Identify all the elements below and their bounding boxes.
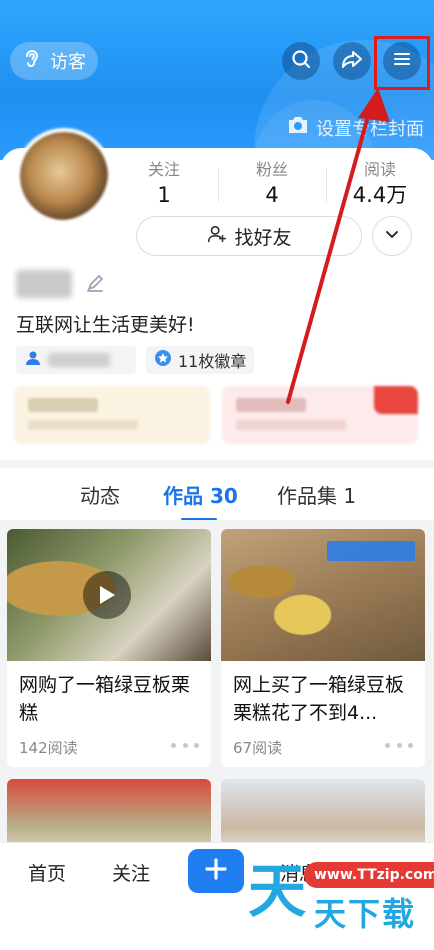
find-friends-button[interactable]: 找好友 <box>136 216 362 256</box>
find-friends-label: 找好友 <box>234 226 292 249</box>
stat-reads[interactable]: 阅读 4.4万 <box>326 160 434 210</box>
more-icon[interactable] <box>171 743 199 749</box>
promo-title <box>236 398 306 412</box>
tab-collections[interactable]: 作品集 1 <box>277 480 356 509</box>
work-thumbnail <box>7 529 211 661</box>
username <box>16 270 72 298</box>
plus-icon <box>203 856 229 886</box>
share-button[interactable] <box>333 42 371 80</box>
play-icon <box>83 571 131 619</box>
promo-card[interactable] <box>14 386 210 444</box>
promo-title <box>28 398 98 412</box>
stat-value: 4 <box>265 183 279 207</box>
stat-fans[interactable]: 粉丝 4 <box>218 160 326 210</box>
stat-value: 4.4万 <box>352 183 408 207</box>
more-icon[interactable] <box>385 743 413 749</box>
stat-following[interactable]: 关注 1 <box>110 160 218 210</box>
stats-row: 关注 1 粉丝 4 阅读 4.4万 <box>110 160 434 210</box>
badge-label: 11枚徽章 <box>178 352 247 371</box>
add-user-icon <box>206 223 228 250</box>
bio-text: 互联网让生活更美好! <box>16 314 195 336</box>
watermark-url: www.TTzip.com <box>304 862 434 888</box>
share-icon <box>340 47 364 75</box>
promo-subtitle <box>236 420 346 430</box>
camera-icon <box>286 114 310 141</box>
person-icon <box>24 349 42 371</box>
work-title: 网上买了一箱绿豆板栗糕花了不到4... <box>233 674 405 724</box>
work-card[interactable]: 网购了一箱绿豆板栗糕 142阅读 <box>7 529 211 767</box>
set-cover-label: 设置专栏封面 <box>316 118 424 140</box>
work-reads: 67阅读 <box>233 739 283 757</box>
watermark-text: 天下载 <box>314 895 417 933</box>
badge-icon <box>154 349 172 371</box>
promo-card[interactable] <box>222 386 418 444</box>
content-tabs: 动态 作品 30 作品集 1 <box>0 460 434 521</box>
site-watermark: 天 www.TTzip.com 天下载 <box>244 852 434 942</box>
stat-label: 粉丝 <box>255 160 288 179</box>
work-thumbnail <box>221 529 425 661</box>
expand-button[interactable] <box>372 216 412 256</box>
nav-home[interactable]: 首页 <box>28 859 66 886</box>
promo-corner-badge <box>374 386 418 414</box>
menu-highlight-box <box>374 36 430 90</box>
visitor-button[interactable]: 访客 <box>10 42 98 80</box>
promo-subtitle <box>28 420 138 430</box>
publish-button[interactable] <box>188 849 244 893</box>
avatar[interactable] <box>16 128 112 224</box>
badge-tag[interactable]: 11枚徽章 <box>146 346 255 374</box>
ear-icon <box>20 47 44 76</box>
watermark-logo-char: 天 <box>248 857 307 925</box>
visitor-label: 访客 <box>50 52 86 73</box>
work-card[interactable]: 网上买了一箱绿豆板栗糕花了不到4... 67阅读 <box>221 529 425 767</box>
chevron-down-icon <box>383 225 401 247</box>
works-feed: 网购了一箱绿豆板栗糕 142阅读 网上买了一箱绿豆板栗糕花了不到4... 67阅… <box>0 520 434 859</box>
search-icon <box>289 47 313 75</box>
work-title: 网购了一箱绿豆板栗糕 <box>19 674 191 724</box>
stat-label: 关注 <box>147 160 180 179</box>
user-tag-text <box>48 353 110 367</box>
tab-dynamic[interactable]: 动态 <box>80 480 120 509</box>
set-cover-button[interactable]: 设置专栏封面 <box>286 114 424 141</box>
stat-label: 阅读 <box>363 160 396 179</box>
user-tag[interactable] <box>16 346 136 374</box>
tab-works[interactable]: 作品 30 <box>163 480 238 509</box>
work-reads: 142阅读 <box>19 739 78 757</box>
search-button[interactable] <box>282 42 320 80</box>
thumbnail-label <box>327 541 415 561</box>
edit-icon[interactable] <box>84 272 106 294</box>
stat-value: 1 <box>157 183 171 207</box>
nav-follow[interactable]: 关注 <box>112 859 150 886</box>
